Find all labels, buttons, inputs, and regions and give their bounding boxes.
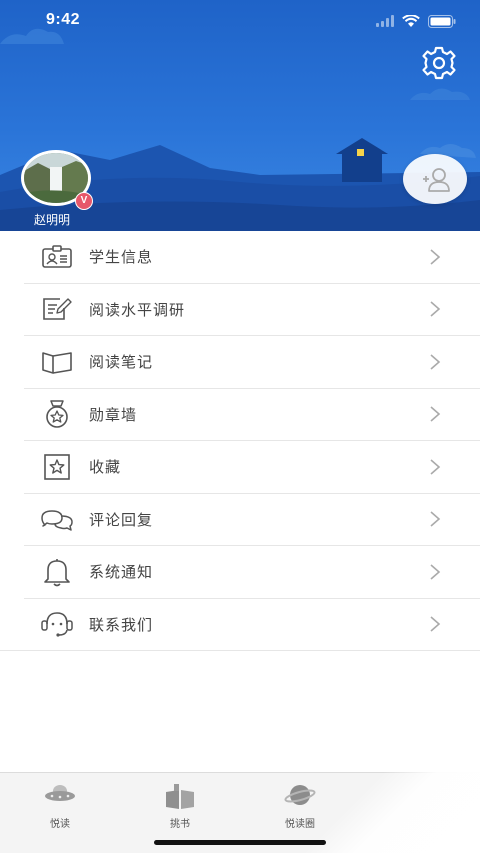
profile-menu: 学生信息 阅读水平调研 阅读笔记 勋章墙 收藏 评论回复 系统通知 联系我们: [0, 231, 480, 651]
ufo-icon: [45, 785, 75, 801]
status-time: 9:42: [46, 11, 81, 28]
chevron-right-icon: [430, 616, 441, 632]
gear-icon: [422, 46, 456, 80]
add-user-icon: [423, 168, 450, 192]
menu-item-label: 收藏: [89, 459, 122, 477]
tab-label: 悦读圈: [285, 819, 315, 830]
medal-icon: [40, 397, 74, 431]
chevron-right-icon: [430, 511, 441, 527]
menu-item-label: 学生信息: [89, 249, 154, 267]
menu-item-label: 系统通知: [89, 564, 154, 582]
menu-item-label: 阅读水平调研: [89, 301, 186, 319]
chevron-right-icon: [430, 459, 441, 475]
battery-icon: [428, 14, 456, 28]
menu-item-reading-notes[interactable]: 阅读笔记: [24, 336, 480, 389]
tab-label: 悦读: [50, 819, 70, 830]
chat-bubbles-icon: [40, 502, 74, 536]
survey-edit-icon: [40, 292, 74, 326]
menu-item-student-info[interactable]: 学生信息: [24, 231, 480, 284]
signal-icon: [376, 15, 394, 27]
wifi-icon: [402, 14, 420, 27]
chevron-right-icon: [430, 406, 441, 422]
add-friend-button[interactable]: [403, 154, 467, 204]
tab-tiaoshu[interactable]: 挑书: [140, 779, 220, 830]
id-card-icon: [40, 240, 74, 274]
menu-item-favorites[interactable]: 收藏: [24, 441, 480, 494]
home-indicator: [154, 840, 326, 845]
menu-item-comment-replies[interactable]: 评论回复: [24, 494, 480, 546]
book-pick-icon: [166, 784, 194, 809]
star-favorite-icon: [40, 450, 74, 484]
menu-item-label: 勋章墙: [89, 406, 138, 424]
chevron-right-icon: [430, 354, 441, 370]
settings-button[interactable]: [420, 44, 458, 82]
menu-item-label: 联系我们: [89, 616, 154, 634]
tab-yuedu[interactable]: 悦读: [20, 779, 100, 830]
chevron-right-icon: [430, 301, 441, 317]
open-book-icon: [40, 345, 74, 379]
menu-item-label: 阅读笔记: [89, 354, 154, 372]
chevron-right-icon: [430, 564, 441, 580]
chevron-right-icon: [430, 249, 441, 265]
status-bar: 9:42: [0, 0, 480, 44]
profile-header: 9:42 V 赵明明: [0, 0, 480, 231]
status-icons: [376, 13, 456, 29]
tab-label: 挑书: [170, 819, 190, 830]
headset-support-icon: [40, 607, 74, 641]
vip-badge: V: [75, 192, 93, 210]
menu-item-medal-wall[interactable]: 勋章墙: [24, 389, 480, 441]
user-name: 赵明明: [34, 213, 71, 227]
planet-icon: [284, 785, 316, 805]
bell-icon: [40, 555, 74, 589]
menu-item-system-notifications[interactable]: 系统通知: [24, 546, 480, 599]
menu-item-label: 评论回复: [89, 511, 154, 529]
menu-item-reading-survey[interactable]: 阅读水平调研: [24, 284, 480, 336]
menu-item-contact-us[interactable]: 联系我们: [0, 599, 480, 651]
tab-yuedu-circle[interactable]: 悦读圈: [260, 779, 340, 830]
